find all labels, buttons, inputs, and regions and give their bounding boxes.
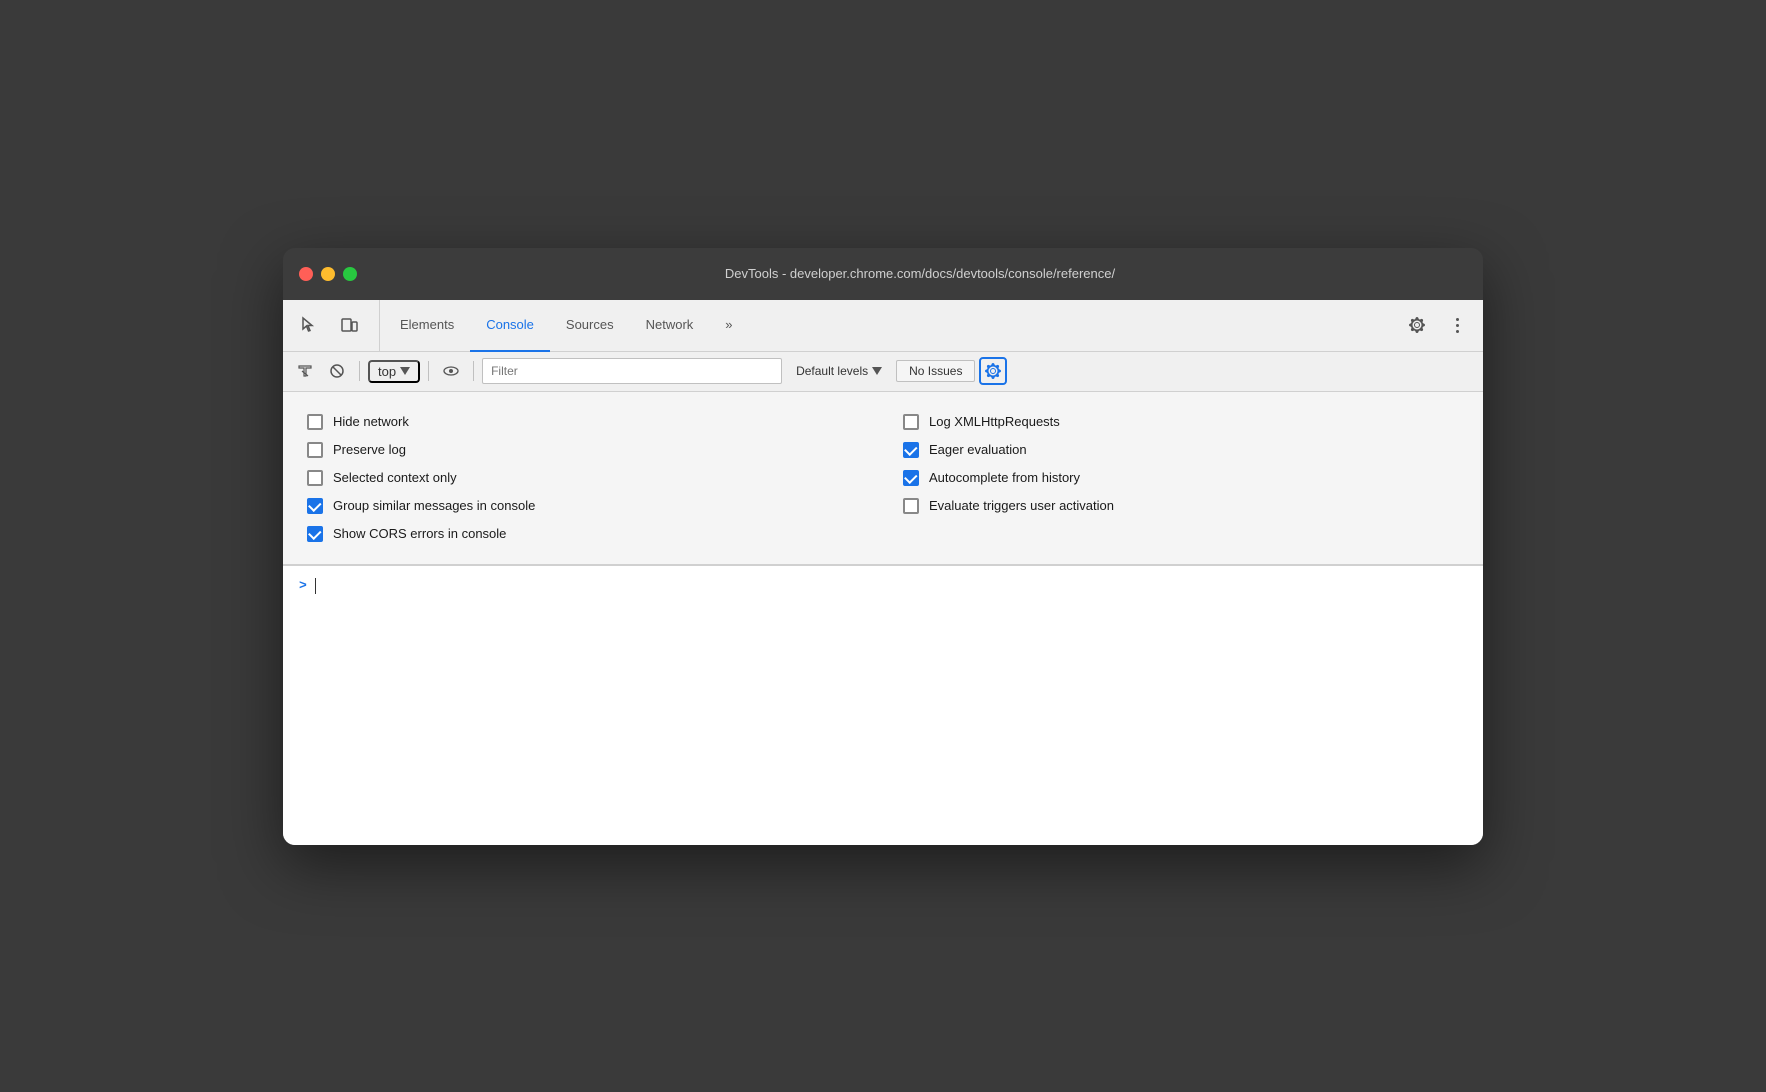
hide-network-checkbox[interactable] [307,414,323,430]
toolbar-separator-3 [473,361,474,381]
clear-console-button[interactable] [291,357,319,385]
setting-hide-network: Hide network [307,408,863,436]
selected-context-label[interactable]: Selected context only [333,470,457,485]
minimize-button[interactable] [321,267,335,281]
settings-right-column: Log XMLHttpRequests Eager evaluation Aut… [903,408,1459,548]
evaluate-triggers-checkbox[interactable] [903,498,919,514]
setting-log-xmlhttp: Log XMLHttpRequests [903,408,1459,436]
devtools-window: DevTools - developer.chrome.com/docs/dev… [283,248,1483,845]
setting-group-similar: Group similar messages in console [307,492,863,520]
tab-console[interactable]: Console [470,300,550,352]
evaluate-triggers-label[interactable]: Evaluate triggers user activation [929,498,1114,513]
tab-bar: Elements Console Sources Network » [283,300,1483,352]
eager-eval-checkbox[interactable] [903,442,919,458]
console-settings-button[interactable] [979,357,1007,385]
window-title: DevTools - developer.chrome.com/docs/dev… [373,266,1467,281]
text-cursor [315,578,316,594]
toolbar-separator-2 [428,361,429,381]
no-issues-button[interactable]: No Issues [896,360,975,382]
selected-context-checkbox[interactable] [307,470,323,486]
filter-input[interactable] [482,358,782,384]
settings-gear-icon [985,363,1001,379]
setting-selected-context: Selected context only [307,464,863,492]
settings-panel: Hide network Preserve log Selected conte… [283,392,1483,565]
tabs-container: Elements Console Sources Network » [384,300,1399,351]
device-toolbar-button[interactable] [331,307,367,343]
console-toolbar: top Default levels [283,352,1483,392]
show-cors-checkbox[interactable] [307,526,323,542]
clear-icon [297,363,313,379]
setting-eager-eval: Eager evaluation [903,436,1459,464]
toolbar-separator-1 [359,361,360,381]
eye-icon [443,363,459,379]
cursor-line [315,578,316,594]
preserve-log-checkbox[interactable] [307,442,323,458]
device-icon [340,316,358,334]
tab-elements[interactable]: Elements [384,300,470,352]
tab-bar-left-icons [291,300,380,351]
block-icon [329,363,345,379]
levels-dropdown-icon [872,367,882,375]
inspect-element-button[interactable] [291,307,327,343]
tab-more[interactable]: » [709,300,748,352]
tab-network[interactable]: Network [630,300,710,352]
setting-autocomplete: Autocomplete from history [903,464,1459,492]
setting-preserve-log: Preserve log [307,436,863,464]
tab-bar-right-icons [1399,300,1475,351]
context-selector[interactable]: top [368,360,420,383]
console-prompt: > [299,578,1467,594]
autocomplete-checkbox[interactable] [903,470,919,486]
group-similar-label[interactable]: Group similar messages in console [333,498,535,513]
console-area[interactable]: > [283,565,1483,845]
block-button[interactable] [323,357,351,385]
group-similar-checkbox[interactable] [307,498,323,514]
title-bar: DevTools - developer.chrome.com/docs/dev… [283,248,1483,300]
more-options-button[interactable] [1439,307,1475,343]
log-xmlhttp-checkbox[interactable] [903,414,919,430]
close-button[interactable] [299,267,313,281]
vertical-dots-icon [1456,318,1459,333]
maximize-button[interactable] [343,267,357,281]
hide-network-label[interactable]: Hide network [333,414,409,429]
prompt-chevron: > [299,578,307,593]
show-cors-label[interactable]: Show CORS errors in console [333,526,506,541]
eye-button[interactable] [437,357,465,385]
cursor-icon [300,316,318,334]
autocomplete-label[interactable]: Autocomplete from history [929,470,1080,485]
preserve-log-label[interactable]: Preserve log [333,442,406,457]
tab-sources[interactable]: Sources [550,300,630,352]
settings-left-column: Hide network Preserve log Selected conte… [307,408,863,548]
traffic-lights [299,267,357,281]
dropdown-arrow-icon [400,367,410,375]
settings-grid: Hide network Preserve log Selected conte… [307,408,1459,548]
log-levels-button[interactable]: Default levels [786,361,892,381]
gear-icon [1409,317,1425,333]
setting-evaluate-triggers: Evaluate triggers user activation [903,492,1459,520]
devtools-body: Elements Console Sources Network » [283,300,1483,845]
settings-button[interactable] [1399,307,1435,343]
setting-show-cors: Show CORS errors in console [307,520,863,548]
log-xmlhttp-label[interactable]: Log XMLHttpRequests [929,414,1060,429]
eager-eval-label[interactable]: Eager evaluation [929,442,1027,457]
